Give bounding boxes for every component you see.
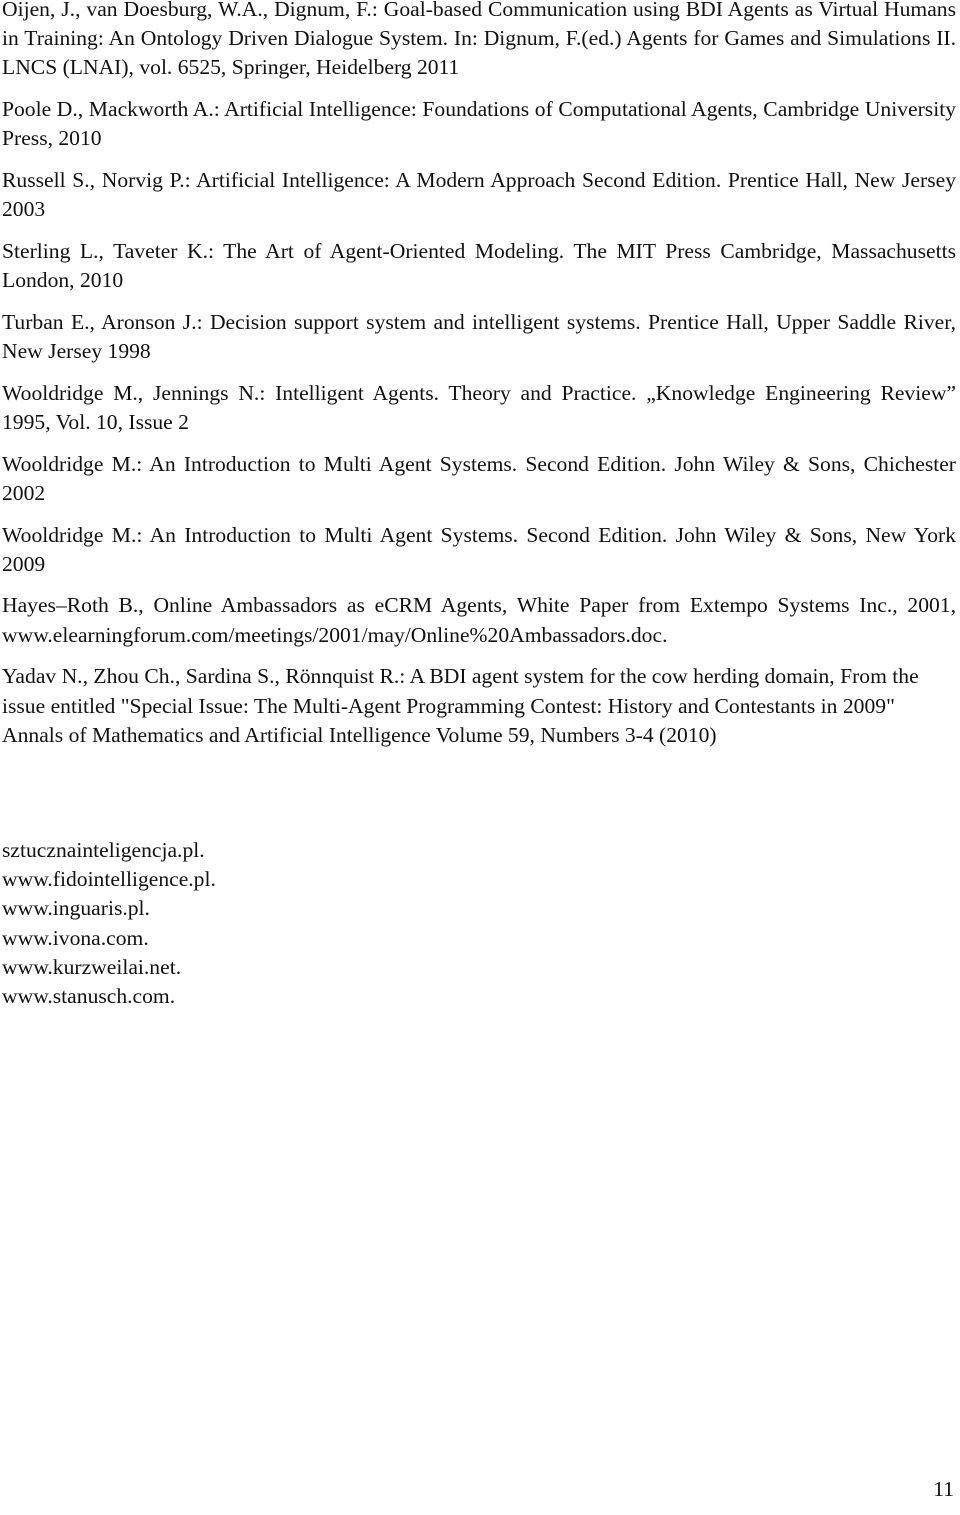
web-link: www.inguaris.pl.: [2, 896, 150, 921]
web-link: www.stanusch.com.: [2, 984, 176, 1009]
web-link: sztucznainteligencja.pl.: [2, 838, 205, 862]
reference-sterling: Sterling L., Taveter K.: The Art of Agen…: [2, 238, 956, 293]
reference-wooldridge-2009: Wooldridge M.: An Introduction to Multi …: [2, 522, 956, 576]
reference-turban: Turban E., Aronson J.: Decision support …: [2, 309, 956, 364]
reference-wooldridge-jennings: Wooldridge M., Jennings N.: Intelligent …: [2, 380, 956, 434]
reference-list: Oijen, J., van Doesburg, W.A., Dignum, F…: [2, 0, 956, 762]
web-links-list: sztucznainteligencja.pl. www.fidointelli…: [2, 836, 502, 1011]
reference-yadav: Yadav N., Zhou Ch., Sardina S., Rönnquis…: [2, 664, 919, 747]
reference-wooldridge-2002: Wooldridge M.: An Introduction to Multi …: [2, 451, 956, 505]
page-number: 11: [933, 1477, 954, 1501]
reference-poole: Poole D., Mackworth A.: Artificial Intel…: [2, 97, 956, 151]
web-link: www.ivona.com.: [2, 925, 149, 950]
reference-russell: Russell S., Norvig P.: Artificial Intell…: [2, 168, 956, 222]
web-link: www.fidointelligence.pl.: [2, 867, 216, 892]
web-link: www.kurzweilai.net.: [2, 954, 182, 979]
reference-oijen: Oijen, J., van Doesburg, W.A., Dignum, F…: [2, 0, 956, 80]
reference-hayes-roth: Hayes–Roth B., Online Ambassadors as eCR…: [2, 593, 956, 647]
